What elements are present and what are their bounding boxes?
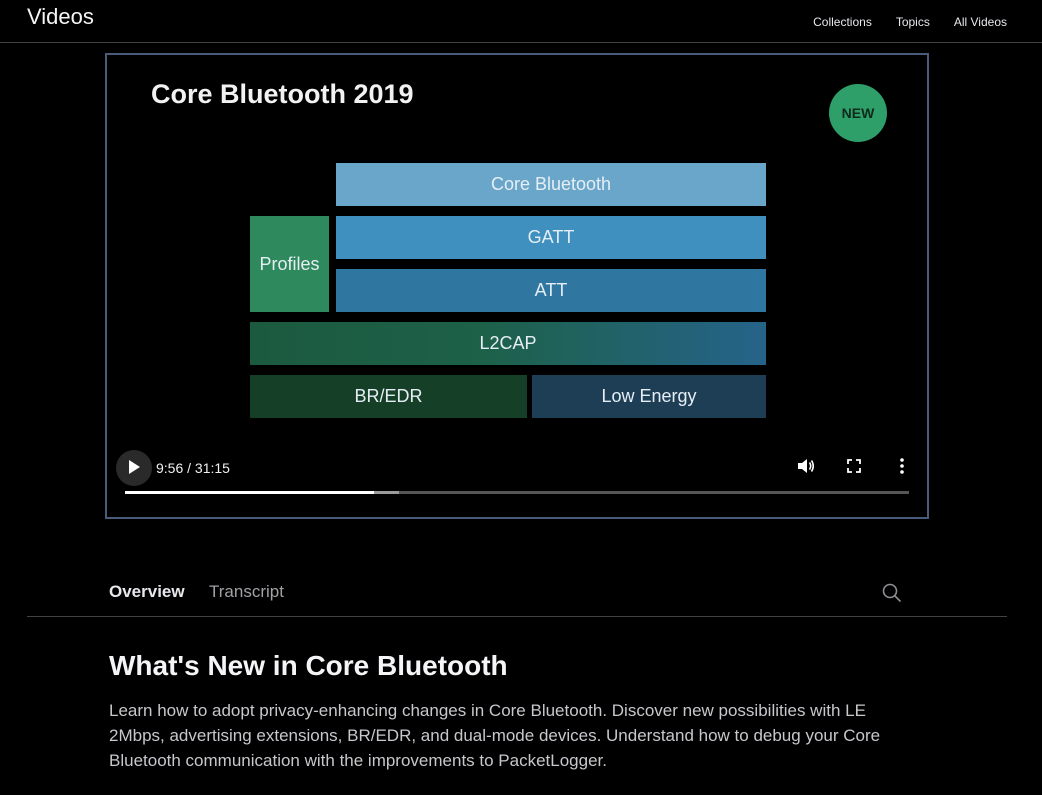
more-options-button[interactable] — [891, 457, 913, 479]
nav-link-collections[interactable]: Collections — [813, 15, 872, 29]
progress-bar[interactable] — [125, 491, 909, 494]
video-title: What's New in Core Bluetooth — [109, 650, 508, 681]
video-player[interactable]: Core Bluetooth 2019 NEW Core Bluetooth G… — [105, 53, 929, 519]
progress-played — [125, 491, 375, 494]
slide-title: Core Bluetooth 2019 — [151, 79, 414, 109]
stack-layer-gatt: GATT — [336, 216, 766, 259]
fullscreen-icon — [847, 458, 861, 478]
volume-icon — [797, 458, 815, 479]
play-icon — [128, 459, 140, 477]
stack-layer-att: ATT — [336, 269, 766, 312]
stack-layer-low-energy: Low Energy — [532, 375, 766, 418]
transcript-search-button[interactable] — [882, 583, 902, 603]
content-tabs: Overview Transcript — [27, 570, 1007, 617]
nav-links: Collections Topics All Videos — [813, 15, 1007, 29]
stack-layer-core-bluetooth: Core Bluetooth — [336, 163, 766, 206]
tab-overview[interactable]: Overview — [109, 582, 185, 602]
volume-button[interactable] — [795, 457, 817, 479]
stack-layer-profiles: Profiles — [250, 216, 329, 312]
global-nav: Videos Collections Topics All Videos — [0, 0, 1042, 43]
stack-layer-l2cap: L2CAP — [250, 322, 766, 365]
site-title[interactable]: Videos — [27, 4, 94, 30]
more-options-icon — [900, 457, 904, 479]
stack-layer-br-edr: BR/EDR — [250, 375, 527, 418]
new-badge: NEW — [829, 84, 887, 142]
time-display: 9:56 / 31:15 — [156, 460, 230, 476]
play-button[interactable] — [116, 450, 152, 486]
nav-link-all-videos[interactable]: All Videos — [954, 15, 1007, 29]
video-description: Learn how to adopt privacy-enhancing cha… — [109, 701, 881, 770]
tab-transcript[interactable]: Transcript — [209, 582, 284, 602]
search-icon — [882, 583, 902, 607]
fullscreen-button[interactable] — [843, 457, 865, 479]
nav-link-topics[interactable]: Topics — [896, 15, 930, 29]
